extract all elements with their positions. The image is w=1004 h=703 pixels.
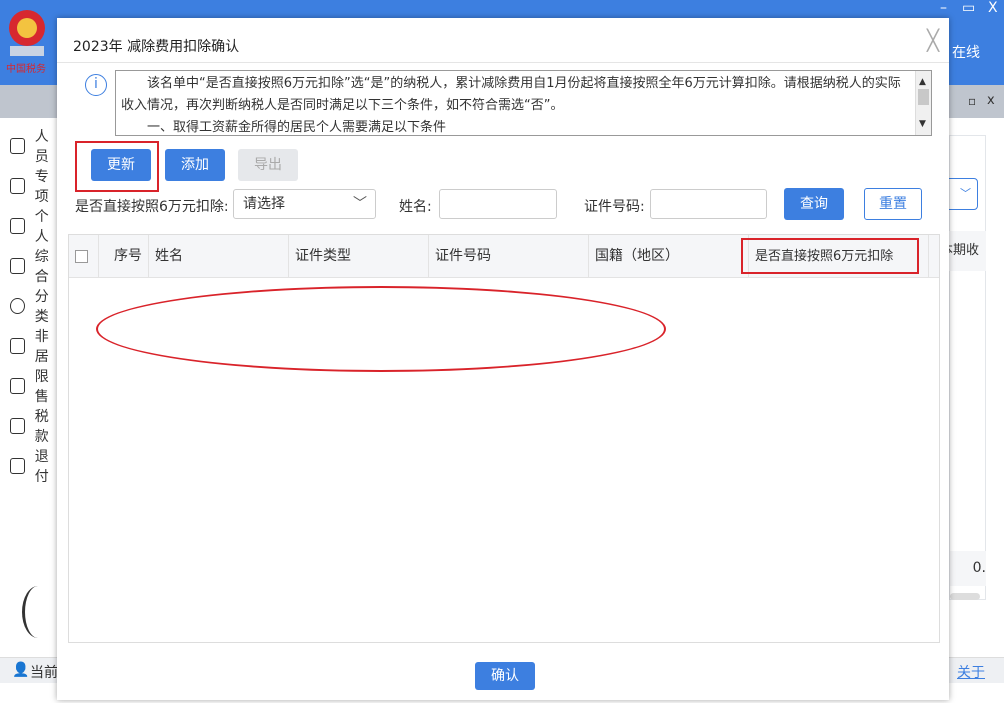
close-tab-icon[interactable]: x	[987, 93, 995, 108]
customer-service-icon[interactable]	[22, 586, 54, 638]
online-status: 在线	[952, 42, 980, 62]
user-icon: 👤	[12, 662, 29, 678]
sidebar-item-0[interactable]: 人员	[10, 136, 57, 156]
annotation-box-column	[741, 238, 919, 274]
tax-emblem-logo: 中国税务	[4, 6, 50, 76]
export-button[interactable]: 导出	[238, 149, 298, 181]
col-nationality[interactable]: 国籍（地区）	[589, 235, 749, 278]
col-name[interactable]: 姓名	[149, 235, 289, 278]
folder-icon	[10, 418, 25, 434]
annotation-box-update	[75, 141, 159, 192]
refund-icon	[10, 458, 25, 474]
close-app-icon[interactable]: X	[988, 0, 998, 16]
info-line: 该名单中“是否直接按照6万元扣除”选“是”的纳税人，累计减除费用自1月份起将直接…	[121, 73, 911, 117]
document-icon	[10, 218, 25, 234]
sidebar-item-3[interactable]: 综合	[10, 256, 57, 276]
col-index[interactable]: 序号	[99, 235, 149, 278]
sidebar-item-7[interactable]: 税款	[10, 416, 57, 436]
minimize-icon[interactable]: –	[940, 0, 947, 16]
restore-tab-icon[interactable]: ▫	[968, 94, 976, 108]
status-text: 当前	[30, 662, 58, 682]
col-id-type[interactable]: 证件类型	[289, 235, 429, 278]
sidebar-item-4[interactable]: 分类	[10, 296, 57, 316]
name-label: 姓名:	[399, 196, 432, 216]
bar-chart-icon	[10, 378, 25, 394]
direct-deduct-label: 是否直接按照6万元扣除:	[75, 196, 229, 216]
reset-button[interactable]: 重置	[864, 188, 922, 220]
sidebar-item-8[interactable]: 退付	[10, 456, 57, 476]
close-icon[interactable]: ╳	[927, 28, 939, 52]
background-table: ﹀ 本期收 0.	[949, 135, 986, 600]
sidebar-item-6[interactable]: 限售	[10, 376, 57, 396]
maximize-icon[interactable]: ▭	[962, 0, 975, 16]
select-all-cell	[69, 235, 99, 278]
list-icon	[10, 178, 25, 194]
info-scrollbar[interactable]: ▲▼	[915, 71, 931, 135]
dialog-title: 2023年 减除费用扣除确认	[73, 36, 239, 56]
add-button[interactable]: 添加	[165, 149, 225, 181]
divider	[57, 62, 949, 63]
query-button[interactable]: 查询	[784, 188, 844, 220]
info-textarea[interactable]: 该名单中“是否直接按照6万元扣除”选“是”的纳税人，累计减除费用自1月份起将直接…	[115, 70, 932, 136]
name-input[interactable]	[439, 189, 557, 219]
sidebar: 人员 专项 个人 综合 分类 非居 限售 税款 退付	[0, 118, 57, 658]
sidebar-item-2[interactable]: 个人	[10, 216, 57, 236]
sidebar-item-5[interactable]: 非居	[10, 336, 57, 356]
info-line: 一、取得工资薪金所得的居民个人需要满足以下条件	[121, 117, 911, 136]
select-value: 请选择	[243, 196, 285, 212]
person-add-icon	[10, 138, 25, 154]
horizontal-scrollbar[interactable]	[950, 593, 980, 600]
confirm-button[interactable]: 确认	[475, 662, 535, 690]
svg-text:中国税务: 中国税务	[6, 62, 46, 75]
sidebar-item-1[interactable]: 专项	[10, 176, 57, 196]
info-icon: i	[85, 74, 107, 96]
select-all-checkbox[interactable]	[75, 250, 88, 263]
bg-total-value: 0.	[950, 551, 986, 586]
layers-icon	[10, 258, 25, 274]
about-link[interactable]: 关于	[957, 662, 985, 682]
id-number-input[interactable]	[650, 189, 767, 219]
col-id-number[interactable]: 证件号码	[429, 235, 589, 278]
chevron-down-icon: ﹀	[353, 190, 367, 218]
direct-deduct-select[interactable]: 请选择 ﹀	[233, 189, 376, 219]
pie-chart-icon	[10, 298, 25, 314]
annotation-ellipse	[96, 286, 666, 372]
id-number-label: 证件号码:	[584, 196, 645, 216]
person-icon	[10, 338, 25, 354]
